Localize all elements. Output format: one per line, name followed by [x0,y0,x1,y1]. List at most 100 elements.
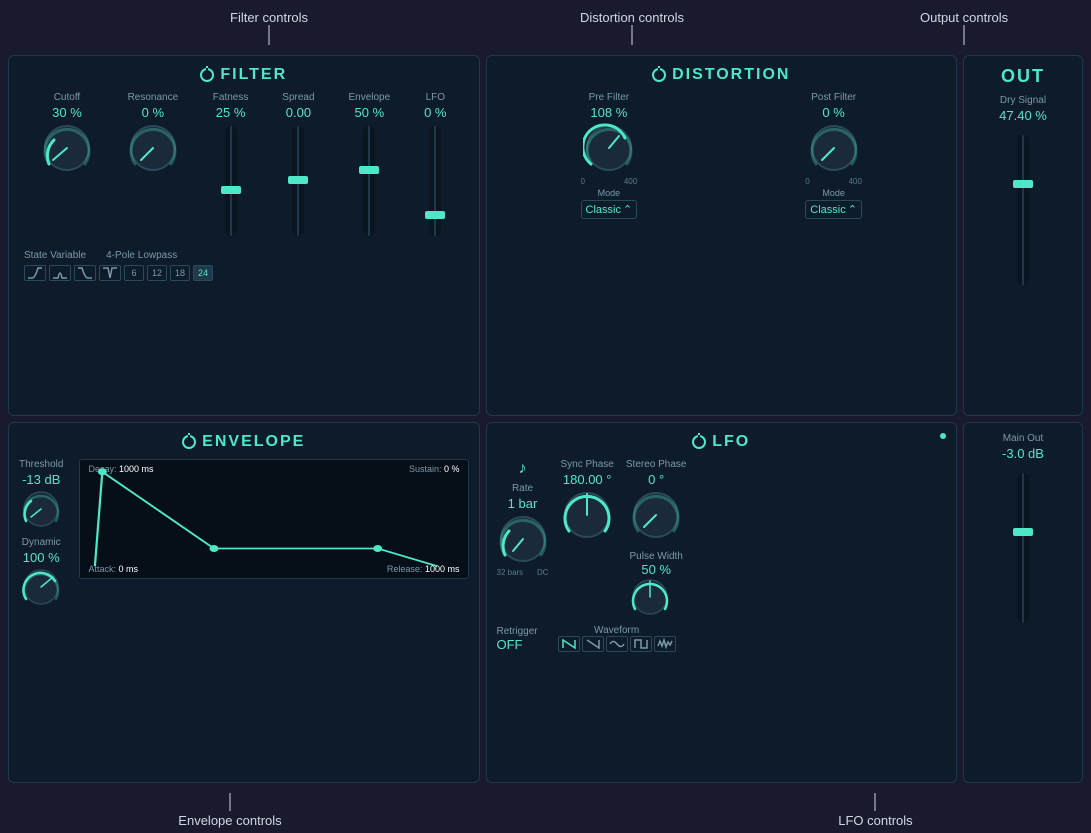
fatness-slider[interactable] [225,126,237,236]
lfo-title: LFO [497,433,947,451]
resonance-value: 0 % [142,105,164,120]
dry-signal-label: Dry Signal [1000,95,1046,106]
annotation-bar: Filter controls Distortion controls Outp… [0,5,1091,55]
dry-signal-value: 47.40 % [999,108,1047,123]
filter-power-icon[interactable] [200,68,214,82]
envelope-slider-container: Envelope 50 % [348,92,390,240]
sync-phase-container: Sync Phase 180.00 ° [561,459,614,541]
sync-phase-knob[interactable] [561,489,613,541]
post-filter-value: 0 % [822,105,844,120]
main-out-label: Main Out [1003,433,1044,444]
fatness-slider-container: Fatness 25 % [213,92,249,240]
pre-filter-max: 400 [624,177,637,186]
wave-btn-bp[interactable] [49,265,71,281]
pulse-width-value: 50 % [630,562,683,577]
envelope-slider[interactable] [363,126,375,236]
spread-label: Spread [282,92,314,103]
stereo-phase-knob[interactable] [630,489,682,541]
rate-max: DC [537,568,549,577]
rate-label: Rate [512,483,533,494]
waveform-sine[interactable] [606,636,628,652]
pulse-width-knob[interactable] [630,577,670,617]
rate-knob[interactable] [497,513,549,565]
filter-type-buttons: 6 12 18 24 [24,265,464,281]
main-out-slider[interactable] [1017,473,1029,623]
spread-value: 0.00 [286,105,311,120]
rate-min: 32 bars [497,568,524,577]
sync-phase-label: Sync Phase [561,459,614,470]
threshold-container: Threshold -13 dB [19,459,63,529]
resonance-knob[interactable] [127,122,179,174]
post-filter-max: 400 [849,177,862,186]
retrigger-section: Retrigger OFF [497,626,538,652]
main-out-panel: Main Out -3.0 dB [963,422,1083,783]
out-panel: OUT Dry Signal 47.40 % [963,55,1083,416]
wave-btn-lp[interactable] [24,265,46,281]
filter-title: FILTER [19,66,469,84]
envelope-display[interactable]: Decay: 1000 ms Sustain: 0 % Attack: 0 ms… [79,459,468,579]
rate-container: Rate 1 bar 32 bars DC [497,483,549,577]
lfo-slider[interactable] [429,126,441,236]
pre-mode-select[interactable]: Classic ⌃ [581,200,638,219]
post-mode-label: Mode [822,188,845,198]
spread-slider-container: Spread 0.00 [282,92,314,240]
post-filter-knob[interactable] [808,122,860,174]
spread-slider[interactable] [292,126,304,236]
cutoff-label: Cutoff [54,92,81,103]
distortion-title: DISTORTION [497,66,947,84]
stereo-phase-label: Stereo Phase [626,459,687,470]
pre-filter-knob[interactable] [583,122,635,174]
db-18-btn[interactable]: 18 [170,265,190,281]
lfo-slider-value: 0 % [424,105,446,120]
wave-btn-hp[interactable] [74,265,96,281]
lfo-power-icon[interactable] [692,435,706,449]
envelope-title: ENVELOPE [19,433,469,451]
post-filter-label: Post Filter [811,92,856,103]
lfo-controls-annotation: LFO controls [838,813,912,828]
fatness-value: 25 % [216,105,246,120]
waveform-buttons [558,636,676,652]
wave-btn-notch[interactable] [99,265,121,281]
db-6-btn[interactable]: 6 [124,265,144,281]
envelope-bottom-labels: Attack: 0 ms Release: 1000 ms [88,564,459,574]
dry-signal-slider[interactable] [1017,135,1029,285]
lfo-slider-container: LFO 0 % [424,92,446,240]
lfo-panel: LFO ♪ Rate 1 bar [486,422,958,783]
db-12-btn[interactable]: 12 [147,265,167,281]
bottom-annotations: Envelope controls LFO controls [0,813,1091,828]
cutoff-knob[interactable] [41,122,93,174]
distortion-power-icon[interactable] [652,68,666,82]
dynamic-container: Dynamic 100 % [19,537,63,607]
state-variable-label: State Variable [24,250,86,261]
post-mode-select[interactable]: Classic ⌃ [805,200,862,219]
lfo-slider-label: LFO [426,92,445,103]
envelope-slider-value: 50 % [355,105,385,120]
waveform-random[interactable] [654,636,676,652]
envelope-controls-annotation: Envelope controls [178,813,281,828]
threshold-label: Threshold [19,459,63,470]
pre-filter-min: 0 [581,177,585,186]
pre-filter-label: Pre Filter [589,92,630,103]
post-filter-container: Post Filter 0 % 0 400 Mode Classic ⌃ [805,92,862,219]
fatness-label: Fatness [213,92,249,103]
filter-panel: FILTER Cutoff 30 % Resonance 0 [8,55,480,416]
waveform-square[interactable] [630,636,652,652]
sync-phase-value: 180.00 ° [563,472,612,487]
filter-controls-annotation: Filter controls [230,10,308,25]
dynamic-knob[interactable] [21,567,61,607]
post-mode-value: Classic [810,204,845,216]
envelope-slider-label: Envelope [348,92,390,103]
stereo-phase-container: Stereo Phase 0 ° Pulse Width 50 % [626,459,687,617]
cutoff-value: 30 % [52,105,82,120]
db-24-btn[interactable]: 24 [193,265,213,281]
threshold-knob[interactable] [21,489,61,529]
retrigger-value: OFF [497,637,538,652]
envelope-power-icon[interactable] [182,435,196,449]
waveform-saw[interactable] [558,636,580,652]
envelope-panel: ENVELOPE Threshold -13 dB [8,422,480,783]
waveform-ramp[interactable] [582,636,604,652]
four-pole-label: 4-Pole Lowpass [106,250,177,261]
note-icon[interactable]: ♪ [513,459,533,479]
dynamic-label: Dynamic [22,537,61,548]
waveform-section: Waveform [558,625,676,652]
